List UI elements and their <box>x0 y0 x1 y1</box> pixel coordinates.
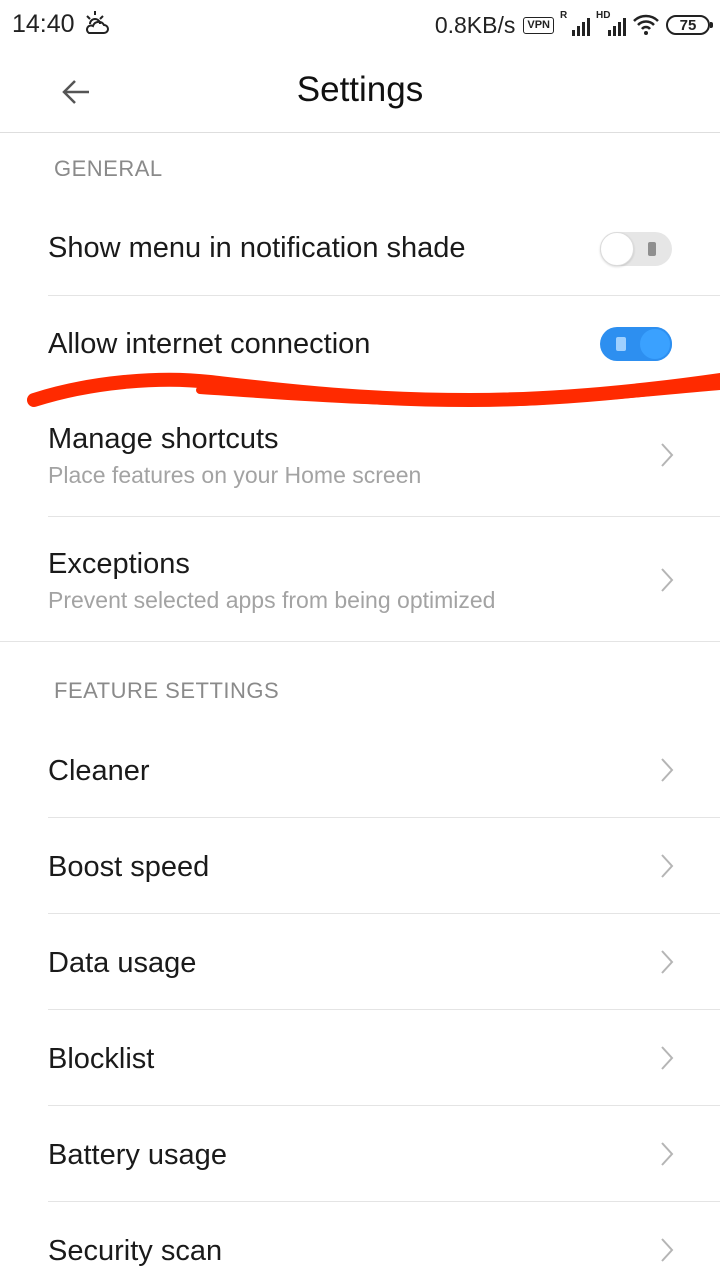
signal-icon: R <box>560 10 590 38</box>
page-title: Settings <box>296 70 424 109</box>
row-security-scan[interactable]: Security scan <box>48 1202 720 1280</box>
status-bar: 14:40 0.8KB/s VPN R HD 75 <box>0 0 720 50</box>
row-label: Data usage <box>48 947 197 979</box>
row-label: Security scan <box>48 1235 223 1267</box>
battery-icon: 75 <box>666 15 713 35</box>
signal-hd-icon: HD <box>596 10 626 38</box>
network-speed: 0.8KB/s <box>434 11 516 38</box>
battery-level: 75 <box>679 16 697 34</box>
chevron-right-icon <box>661 1046 674 1070</box>
chevron-right-icon <box>661 1142 674 1166</box>
row-allow-internet-connection[interactable]: Allow internet connection <box>48 296 720 390</box>
chevron-right-icon <box>661 854 674 878</box>
section-header-feature-settings: FEATURE SETTINGS <box>54 678 280 703</box>
settings-screen: 14:40 0.8KB/s VPN R HD 75 Settings GENER… <box>0 0 720 1280</box>
toggle-knob <box>600 232 634 266</box>
chevron-right-icon <box>661 568 674 592</box>
chevron-right-icon <box>661 950 674 974</box>
section-header-general: GENERAL <box>54 156 163 181</box>
row-label: Show menu in notification shade <box>48 232 466 264</box>
partly-cloudy-icon <box>86 11 109 34</box>
chevron-right-icon <box>661 443 674 467</box>
status-time: 14:40 <box>12 10 75 38</box>
show-menu-toggle[interactable] <box>600 232 672 266</box>
row-subtitle: Prevent selected apps from being optimiz… <box>48 587 496 613</box>
wifi-icon <box>633 14 659 35</box>
row-battery-usage[interactable]: Battery usage <box>48 1106 720 1202</box>
row-label: Allow internet connection <box>48 328 371 360</box>
allow-internet-toggle[interactable] <box>600 327 672 361</box>
section-divider <box>0 641 720 642</box>
row-exceptions[interactable]: Exceptions Prevent selected apps from be… <box>48 517 720 641</box>
chevron-right-icon <box>661 758 674 782</box>
row-label: Cleaner <box>48 755 150 787</box>
vpn-badge: VPN <box>523 16 554 34</box>
chevron-right-icon <box>661 1238 674 1262</box>
row-boost-speed[interactable]: Boost speed <box>48 818 720 914</box>
row-subtitle: Place features on your Home screen <box>48 462 422 488</box>
row-label: Blocklist <box>48 1043 155 1075</box>
row-data-usage[interactable]: Data usage <box>48 914 720 1010</box>
row-cleaner[interactable]: Cleaner <box>48 722 720 818</box>
row-blocklist[interactable]: Blocklist <box>48 1010 720 1106</box>
signal-tag-r: R <box>560 10 568 21</box>
row-label: Battery usage <box>48 1139 227 1171</box>
row-label: Boost speed <box>48 851 210 883</box>
row-show-menu-in-notification-shade[interactable]: Show menu in notification shade <box>48 202 720 296</box>
row-manage-shortcuts[interactable]: Manage shortcuts Place features on your … <box>48 392 720 517</box>
toggle-knob <box>638 327 672 361</box>
app-header: Settings <box>0 50 720 133</box>
row-label: Exceptions <box>48 548 190 580</box>
row-label: Manage shortcuts <box>48 423 279 455</box>
status-indicators: 0.8KB/s VPN R HD 75 <box>434 8 713 42</box>
